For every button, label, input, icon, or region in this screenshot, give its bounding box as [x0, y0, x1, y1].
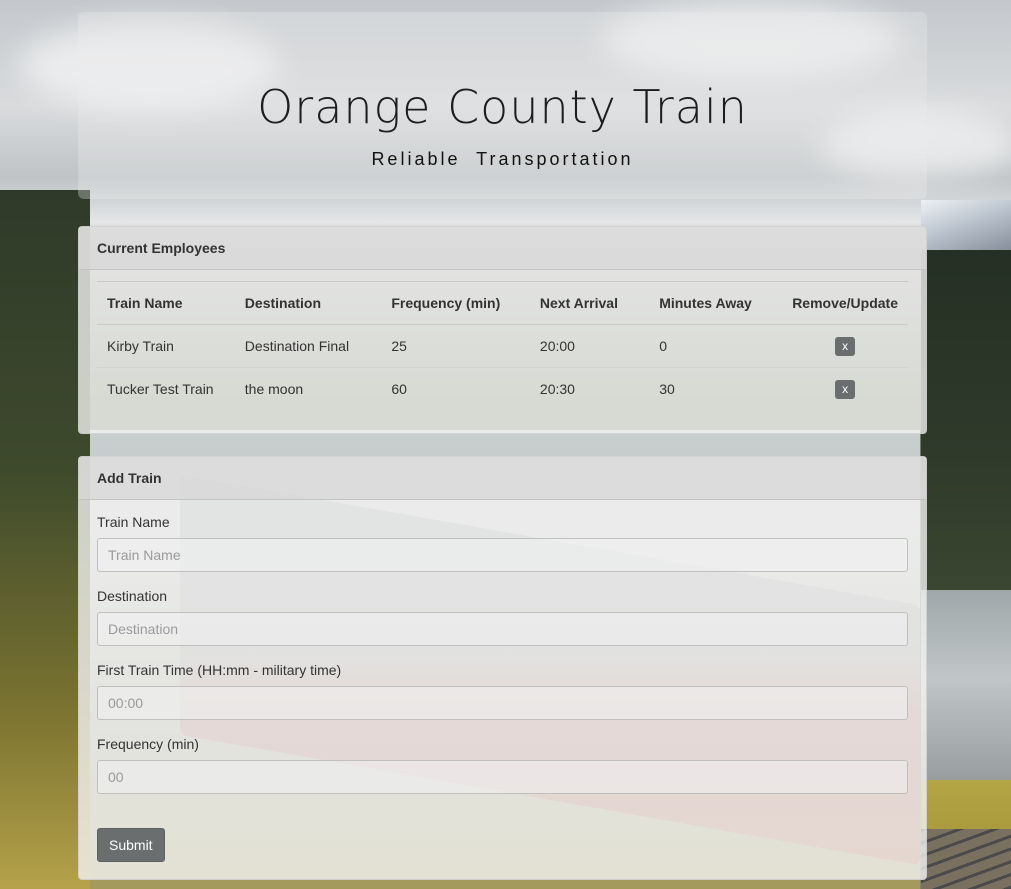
- train-schedule-table: Train Name Destination Frequency (min) N…: [97, 281, 908, 410]
- train-name-label: Train Name: [97, 514, 170, 530]
- frequency-cell: 60: [391, 381, 407, 397]
- current-employees-panel: Current Employees Train Name Destination…: [78, 226, 927, 434]
- first-train-time-label: First Train Time (HH:mm - military time): [97, 662, 342, 678]
- destination-input[interactable]: [97, 612, 908, 646]
- first-train-time-input[interactable]: [97, 686, 908, 720]
- current-employees-heading: Current Employees: [79, 227, 926, 270]
- train-name-cell: Kirby Train: [97, 324, 235, 368]
- action-cell: x: [782, 324, 908, 368]
- add-train-heading: Add Train: [79, 457, 926, 500]
- frequency-cell: 25: [381, 324, 530, 368]
- column-header-frequency: Frequency (min): [381, 281, 530, 325]
- column-header-remove-update: Remove/Update: [782, 281, 908, 325]
- remove-train-button[interactable]: x: [835, 336, 856, 356]
- column-header-train-name: Train Name: [97, 281, 235, 325]
- minutes-away-cell: 0: [649, 324, 783, 368]
- table-row: Kirby Train Destination Final 25 20:00 0…: [97, 324, 908, 368]
- next-arrival-cell: 20:30: [539, 381, 575, 397]
- remove-train-button[interactable]: x: [835, 379, 856, 399]
- table-row: Tucker Test Train the moon 60 20:30 30 x: [97, 368, 908, 411]
- page-title: Orange County Train: [257, 80, 748, 134]
- frequency-input[interactable]: [97, 760, 908, 794]
- train-name-group: Train Name: [97, 514, 908, 572]
- destination-label: Destination: [97, 588, 168, 604]
- action-cell: x: [782, 368, 908, 411]
- destination-cell: the moon: [244, 381, 304, 397]
- header-jumbotron: Orange County Train Reliable Transportat…: [78, 12, 927, 199]
- page-subtitle: Reliable Transportation: [371, 149, 634, 169]
- train-name-cell: Tucker Test Train: [107, 381, 214, 397]
- add-train-panel: Add Train Train Name Destination First T…: [78, 456, 927, 880]
- frequency-group: Frequency (min): [97, 736, 908, 794]
- destination-cell: Destination Final: [234, 324, 382, 368]
- train-name-input[interactable]: [97, 538, 908, 572]
- minutes-away-cell: 30: [659, 381, 675, 397]
- table-header-row: Train Name Destination Frequency (min) N…: [97, 281, 908, 325]
- column-header-next-arrival: Next Arrival: [529, 281, 650, 325]
- submit-button[interactable]: Submit: [97, 828, 165, 862]
- column-header-minutes-away: Minutes Away: [649, 281, 783, 325]
- first-train-time-group: First Train Time (HH:mm - military time): [97, 662, 908, 720]
- next-arrival-cell: 20:00: [529, 324, 650, 368]
- destination-group: Destination: [97, 588, 908, 646]
- frequency-label: Frequency (min): [97, 736, 199, 752]
- column-header-destination: Destination: [234, 281, 382, 325]
